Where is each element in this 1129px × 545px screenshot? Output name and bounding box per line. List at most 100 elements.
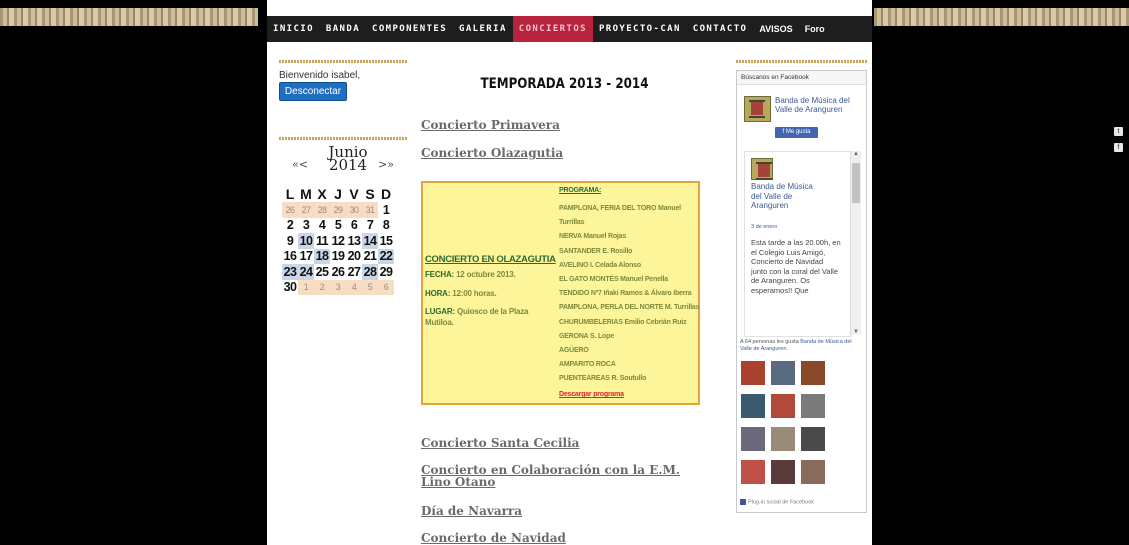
programa-item: NERVA Manuel Rojas: [559, 233, 627, 241]
scroll-down-icon[interactable]: ▼: [851, 329, 861, 335]
calendar-day[interactable]: 11: [314, 233, 330, 249]
weekday-header: V: [349, 186, 359, 202]
calendar-day[interactable]: 14: [362, 233, 378, 249]
scroll-up-icon[interactable]: ▲: [851, 151, 861, 157]
download-program-link[interactable]: Descargar programa: [559, 391, 624, 398]
calendar-day[interactable]: 4: [346, 279, 362, 295]
calendar-day[interactable]: 15: [378, 233, 394, 249]
programa-item: TENDIDO Nº7 Iñaki Ramos & Álvaro Iberra: [559, 290, 692, 298]
calendar-day[interactable]: 3: [298, 218, 314, 234]
post-scrollbar[interactable]: ▲ ▼: [850, 151, 861, 335]
nav-inicio[interactable]: INICIO: [267, 16, 320, 42]
calendar-day[interactable]: 3: [330, 279, 346, 295]
facebook-page-name[interactable]: Banda de Música del Valle de Aranguren: [775, 96, 861, 114]
like-button[interactable]: f Me gusta: [775, 127, 818, 138]
like-label: Me gusta: [785, 129, 811, 135]
footer-text: Plug-in social de Facebook: [748, 499, 815, 506]
calendar-next[interactable]: >»: [378, 158, 394, 171]
nav-proyecto-can[interactable]: PROYECTO-CAN: [593, 16, 687, 42]
fan-avatar[interactable]: [741, 427, 765, 451]
programa-item: AVELINO I. Celada Alonso: [559, 261, 641, 269]
calendar-day[interactable]: 28: [362, 264, 378, 280]
calendar-day[interactable]: 2: [314, 279, 330, 295]
nav-galeria[interactable]: GALERIA: [453, 16, 513, 42]
calendar-day[interactable]: 1: [378, 202, 394, 218]
calendar-day[interactable]: 27: [298, 202, 314, 218]
calendar-day[interactable]: 28: [314, 202, 330, 218]
fan-avatar[interactable]: [771, 361, 795, 385]
calendar-prev[interactable]: «<: [292, 158, 308, 171]
fan-avatar[interactable]: [771, 460, 795, 484]
facebook-widget: Búscanos en Facebook Banda de Música del…: [736, 70, 867, 513]
calendar-day[interactable]: 8: [378, 218, 394, 234]
divider: [736, 60, 867, 63]
scroll-thumb[interactable]: [852, 163, 860, 203]
calendar-day[interactable]: 9: [282, 233, 298, 249]
facebook-post: Banda de Música del Valle de Aranguren 3…: [744, 151, 852, 337]
calendar-day[interactable]: 13: [346, 233, 362, 249]
fan-avatar[interactable]: [741, 460, 765, 484]
nav-contacto[interactable]: CONTACTO: [687, 16, 754, 42]
fan-avatar[interactable]: [771, 427, 795, 451]
programa-item: PAMPLONA, FERIA DEL TORO Manuel: [559, 205, 681, 212]
tumblr-icon[interactable]: t: [1114, 127, 1123, 136]
concert-link-navidad[interactable]: Concierto de Navidad: [421, 531, 566, 545]
calendar-day[interactable]: 30: [346, 202, 362, 218]
nav-avisos[interactable]: AVISOS: [753, 16, 798, 42]
fan-avatar[interactable]: [741, 361, 765, 385]
facebook-icon: [740, 499, 746, 505]
concert-link-lino-otano[interactable]: Concierto en Colaboración con la E.M. Li…: [421, 464, 711, 488]
programa-item: CHURUMBELERIAS Emilio Cebrián Ruiz: [559, 318, 687, 326]
nav-banda[interactable]: BANDA: [320, 16, 366, 42]
fan-avatar[interactable]: [801, 460, 825, 484]
calendar-day[interactable]: 29: [330, 202, 346, 218]
nav-componentes[interactable]: COMPONENTES: [366, 16, 453, 42]
calendar-day[interactable]: 26: [282, 202, 298, 218]
logout-button[interactable]: Desconectar: [279, 82, 347, 101]
calendar-day[interactable]: 12: [330, 233, 346, 249]
calendar-day[interactable]: 18: [314, 248, 330, 264]
calendar: LMXJVSD 26 27 28 29 30 31 1 2 3 4 5 6 7 8 9 10 11 12 13 14 1…: [282, 186, 394, 295]
calendar-day[interactable]: 5: [330, 218, 346, 234]
calendar-day[interactable]: 24: [298, 264, 314, 280]
calendar-day[interactable]: 31: [362, 202, 378, 218]
calendar-day[interactable]: 19: [330, 249, 346, 265]
nav-conciertos[interactable]: CONCIERTOS: [512, 16, 593, 42]
fan-avatar[interactable]: [801, 361, 825, 385]
fan-avatar[interactable]: [741, 394, 765, 418]
calendar-day[interactable]: 25: [314, 264, 330, 280]
calendar-day[interactable]: 22: [378, 248, 394, 264]
calendar-day[interactable]: 6: [346, 218, 362, 234]
calendar-day[interactable]: 21: [362, 249, 378, 265]
band-logo-icon[interactable]: [744, 96, 771, 122]
post-date[interactable]: 3 de enero: [751, 224, 777, 230]
calendar-day[interactable]: 1: [298, 279, 314, 295]
fan-avatar[interactable]: [771, 394, 795, 418]
calendar-day[interactable]: 10: [298, 233, 314, 249]
calendar-day[interactable]: 6: [378, 279, 394, 295]
concert-link-santa-cecilia[interactable]: Concierto Santa Cecilia: [421, 436, 579, 450]
fan-avatar[interactable]: [801, 394, 825, 418]
concert-link-olazagutia[interactable]: Concierto Olazagutia: [421, 146, 563, 160]
post-page-name[interactable]: Banda de Música del Valle de Aranguren: [751, 182, 821, 211]
concert-link-primavera[interactable]: Concierto Primavera: [421, 118, 560, 132]
post-logo-icon[interactable]: [751, 158, 773, 180]
calendar-day[interactable]: 5: [362, 279, 378, 295]
weekday-header: S: [365, 186, 375, 202]
calendar-day[interactable]: 4: [314, 218, 330, 234]
calendar-day[interactable]: 26: [330, 264, 346, 280]
calendar-day[interactable]: 23: [282, 264, 298, 280]
calendar-day[interactable]: 20: [346, 249, 362, 265]
fan-avatar[interactable]: [801, 427, 825, 451]
calendar-day[interactable]: 29: [378, 264, 394, 280]
calendar-day[interactable]: 16: [282, 249, 298, 265]
calendar-day[interactable]: 2: [282, 218, 298, 234]
facebook-icon[interactable]: f: [1114, 143, 1123, 152]
calendar-day[interactable]: 30: [282, 280, 298, 296]
calendar-day[interactable]: 7: [362, 218, 378, 234]
calendar-day[interactable]: 17: [298, 249, 314, 265]
concert-link-dia-navarra[interactable]: Día de Navarra: [421, 504, 522, 518]
calendar-day[interactable]: 27: [346, 264, 362, 280]
weekday-header: M: [300, 186, 312, 202]
nav-foro[interactable]: Foro: [799, 16, 831, 42]
